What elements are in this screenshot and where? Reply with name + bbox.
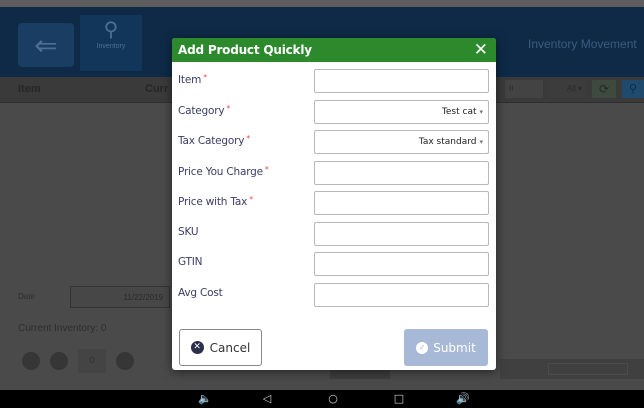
sku-input[interactable] bbox=[314, 221, 489, 246]
tax-category-label: Tax Category * bbox=[178, 134, 250, 147]
date-field[interactable]: 11/22/2019 bbox=[70, 286, 170, 308]
category-select[interactable]: Test cat ▾ bbox=[314, 99, 489, 124]
footer-input[interactable] bbox=[548, 363, 628, 375]
required-marker: * bbox=[203, 73, 207, 82]
submit-label: Submit bbox=[433, 340, 476, 355]
sku-label: SKU bbox=[178, 225, 199, 238]
back-arrow-icon: ⇐ bbox=[34, 28, 58, 62]
close-icon[interactable]: ✕ bbox=[474, 40, 488, 60]
required-marker: * bbox=[226, 103, 231, 113]
gtin-input[interactable] bbox=[314, 252, 489, 276]
required-marker: * bbox=[249, 195, 253, 204]
required-marker: * bbox=[264, 164, 269, 174]
column-current: Curr bbox=[145, 83, 169, 95]
form-row-gtin: GTIN bbox=[172, 250, 496, 276]
gtin-label: GTIN bbox=[178, 256, 203, 268]
chevron-down-icon: ▾ bbox=[479, 138, 483, 146]
avg-cost-label: Avg Cost bbox=[178, 287, 223, 299]
filter-box[interactable]: II bbox=[505, 80, 543, 98]
inventory-movement-label[interactable]: Inventory Movement bbox=[528, 37, 637, 51]
quantity-field[interactable]: 0 bbox=[78, 349, 106, 373]
category-selected-value: Test cat bbox=[441, 106, 477, 117]
date-label: Date bbox=[18, 292, 35, 301]
tax-category-selected-value: Tax standard bbox=[418, 137, 477, 147]
tax-category-label-text: Tax Category bbox=[178, 135, 245, 147]
recents-icon[interactable]: □ bbox=[388, 390, 410, 408]
price-you-charge-label: Price You Charge * bbox=[178, 165, 269, 178]
sync-icon[interactable]: ⟳ bbox=[592, 80, 616, 98]
chevron-down-icon: ▾ bbox=[479, 107, 483, 116]
dialog-title: Add Product Quickly bbox=[178, 43, 312, 57]
status-bar bbox=[0, 0, 644, 7]
price-with-tax-label: Price with Tax * bbox=[178, 195, 253, 208]
item-input[interactable] bbox=[314, 69, 489, 93]
item-label-text: Item bbox=[178, 74, 202, 86]
inventory-button[interactable]: ⚲ Inventory bbox=[80, 15, 142, 71]
plus-icon[interactable] bbox=[50, 352, 68, 370]
form-row-price-you-charge: Price You Charge * bbox=[172, 159, 496, 185]
form-row-sku: SKU bbox=[172, 220, 496, 246]
navigation-bar: 🔈 ◁ ○ □ 🔊 bbox=[0, 390, 644, 408]
quantity-stepper: 0 bbox=[22, 347, 134, 375]
dialog-header: Add Product Quickly ✕ bbox=[172, 38, 496, 62]
price-you-charge-input[interactable] bbox=[314, 160, 489, 185]
filter-dropdown[interactable]: All ▾ bbox=[548, 80, 586, 98]
inventory-label: Inventory bbox=[96, 43, 126, 50]
price-with-tax-input[interactable] bbox=[314, 191, 489, 215]
form-row-item: Item * bbox=[172, 67, 496, 93]
cancel-icon: ✕ bbox=[190, 341, 204, 354]
cancel-button[interactable]: ✕ Cancel bbox=[179, 329, 262, 366]
volume-down-icon[interactable]: 🔈 bbox=[194, 390, 216, 408]
sku-label-text: SKU bbox=[178, 225, 199, 238]
category-label: Category * bbox=[178, 104, 230, 117]
category-label-text: Category bbox=[178, 104, 225, 117]
home-icon[interactable]: ○ bbox=[322, 390, 344, 408]
form-row-tax-category: Tax Category * Tax standard ▾ bbox=[172, 128, 496, 154]
cancel-label: Cancel bbox=[209, 340, 251, 355]
form-row-category: Category * Test cat ▾ bbox=[172, 98, 496, 124]
avg-cost-input[interactable] bbox=[314, 282, 489, 307]
form-row-avg-cost: Avg Cost bbox=[172, 281, 496, 307]
minus-icon[interactable] bbox=[22, 352, 40, 370]
required-marker: * bbox=[246, 134, 251, 143]
avg-cost-label-text: Avg Cost bbox=[178, 286, 223, 299]
add-product-dialog: Add Product Quickly ✕ Item * Category * Test… bbox=[172, 38, 496, 370]
form-row-price-with-tax: Price with Tax * bbox=[172, 189, 496, 215]
column-item: Item bbox=[18, 83, 41, 95]
gtin-label-text: GTIN bbox=[178, 256, 203, 268]
volume-up-icon[interactable]: 🔊 bbox=[452, 390, 474, 408]
current-inventory-label: Current Inventory: 0 bbox=[18, 323, 107, 334]
add-icon[interactable] bbox=[116, 352, 134, 370]
search-icon[interactable]: ⚲ bbox=[622, 80, 644, 98]
item-label: Item * bbox=[178, 73, 207, 86]
tax-category-select[interactable]: Tax standard ▾ bbox=[314, 130, 489, 154]
check-icon: ✓ bbox=[416, 341, 429, 354]
search-icon: ⚲ bbox=[103, 17, 119, 41]
price-with-tax-label-text: Price with Tax bbox=[178, 196, 248, 208]
back-button[interactable]: ⇐ bbox=[18, 23, 74, 67]
back-icon[interactable]: ◁ bbox=[256, 390, 278, 408]
price-you-charge-label-text: Price You Charge bbox=[178, 165, 263, 178]
submit-button[interactable]: ✓ Submit bbox=[404, 329, 488, 366]
